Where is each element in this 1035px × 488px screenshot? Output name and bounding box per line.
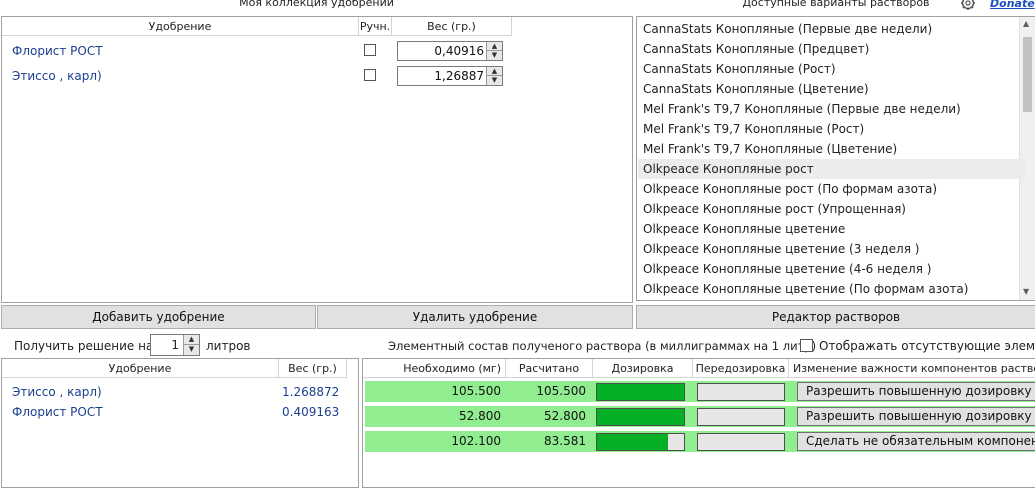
fertilizer-collection-table: Удобрение Ручн. Вес (гр.) Флорист РОСТ 0… — [1, 16, 633, 303]
col-header-importance: Изменение важности компонентов раствора — [789, 359, 1035, 378]
importance-action-button[interactable]: Сделать не обязательным компонентом — [797, 432, 1035, 451]
calculated-value: 105.500 — [536, 384, 586, 398]
col-header-weight: Вес (гр.) — [392, 17, 512, 36]
result-fertilizer-name[interactable]: Флорист РОСТ — [12, 405, 103, 419]
weight-spinner[interactable]: ▲ ▼ — [486, 67, 502, 85]
dosage-bar-fill — [597, 384, 684, 400]
liters-value: 1 — [171, 338, 179, 352]
show-missing-checkbox[interactable] — [800, 339, 813, 352]
dosage-bar — [596, 408, 685, 426]
donate-link[interactable]: Donate — [990, 0, 1035, 10]
show-missing-label[interactable]: Отображать отсутствующие элементы — [819, 339, 1035, 353]
overdose-bar — [697, 408, 785, 426]
solution-item[interactable]: Olkpeace Конопляные цветение (4-6 неделя… — [643, 259, 1035, 279]
spin-up-icon[interactable]: ▲ — [487, 67, 502, 76]
spin-down-icon[interactable]: ▼ — [487, 76, 502, 85]
solution-item[interactable]: CannaStats Конопляные (Цветение) — [643, 79, 1035, 99]
spin-down-icon[interactable]: ▼ — [184, 345, 199, 355]
spin-down-icon[interactable]: ▼ — [487, 51, 502, 60]
dosage-bar — [596, 383, 685, 401]
fertilizer-name[interactable]: Этиссо , карл) — [12, 69, 102, 83]
add-fertilizer-button[interactable]: Добавить удобрение — [1, 305, 316, 329]
liters-input[interactable]: 1 ▲ ▼ — [150, 334, 200, 356]
elements-table: Необходимо (мг) Расчитано (мг) Дозировка… — [362, 358, 1035, 488]
solution-item[interactable]: Olkpeace Конопляные цветение (По формам … — [643, 279, 1035, 299]
solution-item[interactable]: CannaStats Конопляные (Первые две недели… — [643, 19, 1035, 39]
overdose-bar — [697, 433, 785, 451]
solution-item[interactable]: Olkpeace Конопляные рост — [638, 159, 1026, 179]
dosage-bar-fill — [597, 409, 684, 425]
col-header-fertilizer: Удобрение — [2, 359, 279, 378]
col-header-calculated: Расчитано (мг) — [506, 359, 593, 394]
solution-item[interactable]: CannaStats Конопляные (Предцвет) — [643, 39, 1035, 59]
importance-action-button[interactable]: Разрешить повышенную дозировку — [797, 382, 1035, 401]
col-header-overdose: Передозировка — [693, 359, 789, 378]
solution-item[interactable]: Olkpeace Конопляные рост (Упрощенная) — [643, 199, 1035, 219]
elements-title: Элементный состав полученого раствора (в… — [388, 339, 817, 353]
col-header-weight: Вес (гр.) — [279, 359, 347, 378]
table-row[interactable]: Флорист РОСТ 0,40916 ▲ ▼ — [2, 41, 632, 66]
solutions-list: ▲ ▼ CannaStats Конопляные (Первые две не… — [636, 16, 1035, 301]
result-table: Удобрение Вес (гр.) Этиссо , карл) 1.268… — [1, 358, 359, 488]
result-weight: 1.268872 — [282, 385, 340, 399]
solve-suffix-label: литров — [206, 339, 251, 353]
dosage-bar-fill — [597, 434, 669, 450]
manual-checkbox[interactable] — [364, 69, 376, 81]
col-header-needed: Необходимо (мг) — [363, 359, 506, 378]
solution-item[interactable]: Olkpeace Конопляные рост (По формам азот… — [643, 179, 1035, 199]
needed-value: 52.800 — [459, 409, 501, 423]
gear-icon[interactable] — [956, 0, 980, 14]
result-weight: 0.409163 — [282, 405, 340, 419]
solution-item[interactable]: Mel Frank's T9,7 Конопляные (Цветение) — [643, 139, 1035, 159]
spin-up-icon[interactable]: ▲ — [487, 42, 502, 51]
dosage-bar — [596, 433, 685, 451]
weight-input[interactable]: 0,40916 ▲ ▼ — [397, 41, 503, 61]
element-row: 102.100 83.581 Сделать не обязательным ком… — [365, 431, 1035, 452]
liters-spinner[interactable]: ▲ ▼ — [183, 335, 199, 355]
needed-value: 105.500 — [451, 384, 501, 398]
solution-item[interactable]: Olkpeace Конопляные цветение (3 неделя ) — [643, 239, 1035, 259]
element-row: 105.500 105.500 Разрешить повышенную дозир… — [365, 381, 1035, 402]
calculated-value: 83.581 — [544, 434, 586, 448]
overdose-bar — [697, 383, 785, 401]
element-row: 52.800 52.800 Разрешить повышенную дозиров… — [365, 406, 1035, 427]
solution-item[interactable]: Mel Frank's T9,7 Конопляные (Первые две … — [643, 99, 1035, 119]
col-header-fertilizer: Удобрение — [2, 17, 359, 36]
weight-value: 1,26887 — [434, 69, 484, 83]
manual-checkbox[interactable] — [364, 44, 376, 56]
needed-value: 102.100 — [451, 434, 501, 448]
solve-prefix-label: Получить решение на — [14, 339, 154, 353]
solution-item[interactable]: Olkpeace Конопляные цветение — [643, 219, 1035, 239]
fertilizer-name[interactable]: Флорист РОСТ — [12, 44, 103, 58]
solution-item[interactable]: CannaStats Конопляные (Рост) — [643, 59, 1035, 79]
my-collection-title: Моя коллекция удобрений — [239, 0, 394, 9]
remove-fertilizer-button[interactable]: Удалить удобрение — [317, 305, 633, 329]
table-row[interactable]: Этиссо , карл) 1,26887 ▲ ▼ — [2, 66, 632, 91]
col-header-dosage: Дозировка — [593, 359, 693, 378]
calculated-value: 52.800 — [544, 409, 586, 423]
weight-spinner[interactable]: ▲ ▼ — [486, 42, 502, 60]
weight-input[interactable]: 1,26887 ▲ ▼ — [397, 66, 503, 86]
solution-editor-button[interactable]: Редактор растворов — [636, 305, 1035, 329]
importance-action-button[interactable]: Разрешить повышенную дозировку — [797, 407, 1035, 426]
col-header-manual: Ручн. — [359, 17, 392, 36]
result-fertilizer-name[interactable]: Этиссо , карл) — [12, 385, 102, 399]
spin-up-icon[interactable]: ▲ — [184, 335, 199, 345]
weight-value: 0,40916 — [434, 44, 484, 58]
solution-item[interactable]: Mel Frank's T9,7 Конопляные (Рост) — [643, 119, 1035, 139]
